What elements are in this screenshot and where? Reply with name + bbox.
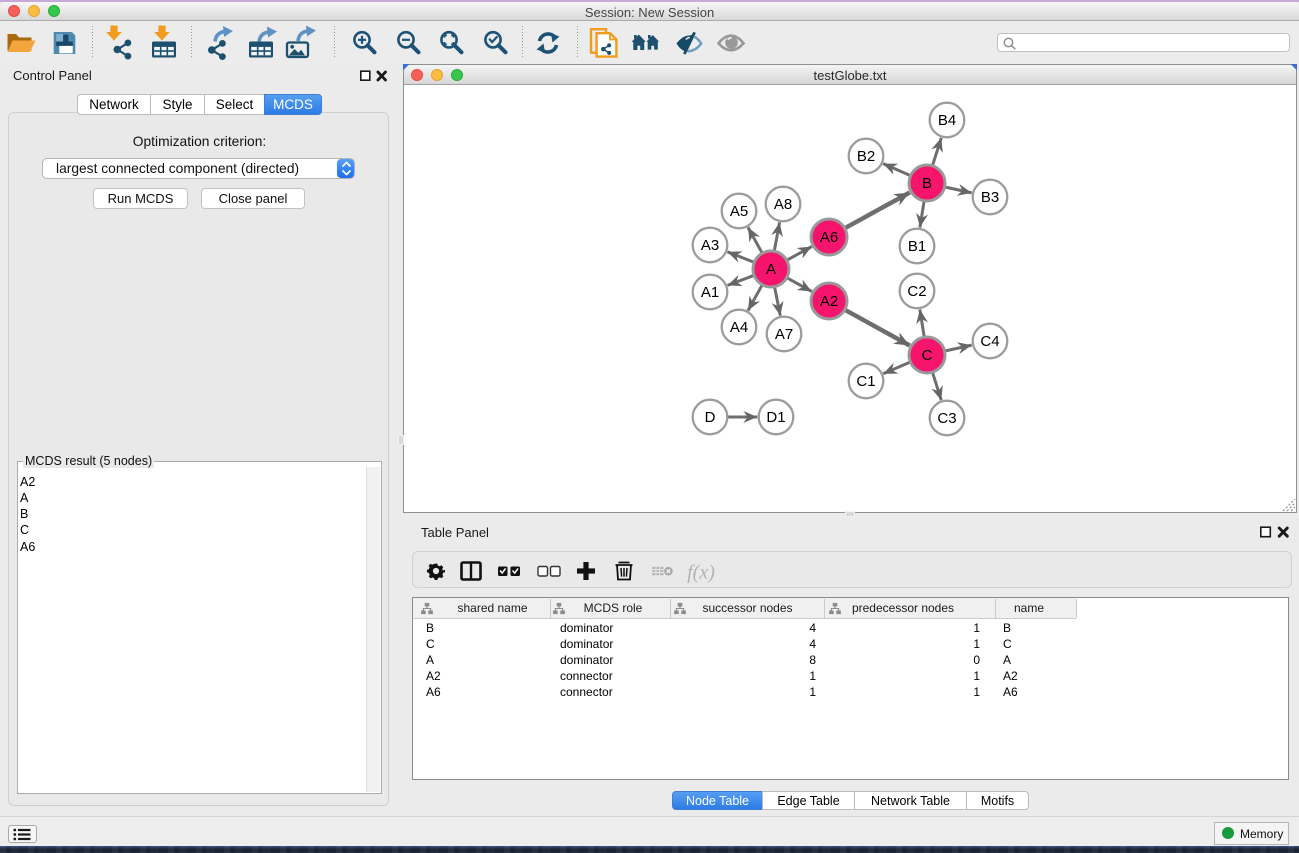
svg-text:C1: C1: [856, 373, 875, 390]
svg-text:A2: A2: [820, 293, 838, 310]
svg-text:f(x): f(x): [687, 562, 715, 584]
svg-text:C: C: [922, 347, 933, 364]
svg-text:A5: A5: [730, 203, 748, 220]
svg-text:C3: C3: [937, 410, 956, 427]
svg-text:A8: A8: [774, 196, 792, 213]
svg-text:A: A: [766, 261, 776, 278]
svg-text:B2: B2: [857, 148, 875, 165]
svg-text:C2: C2: [907, 283, 926, 300]
svg-text:D: D: [705, 409, 716, 426]
svg-text:A3: A3: [701, 237, 719, 254]
svg-text:A1: A1: [701, 284, 719, 301]
svg-text:B1: B1: [908, 238, 926, 255]
svg-text:B: B: [922, 175, 932, 192]
svg-text:A4: A4: [730, 319, 748, 336]
svg-text:B3: B3: [981, 189, 999, 206]
svg-text:D1: D1: [766, 409, 785, 426]
svg-text:A7: A7: [775, 326, 793, 343]
svg-text:A6: A6: [820, 229, 838, 246]
svg-text:B4: B4: [938, 112, 956, 129]
svg-text:C4: C4: [980, 333, 999, 350]
